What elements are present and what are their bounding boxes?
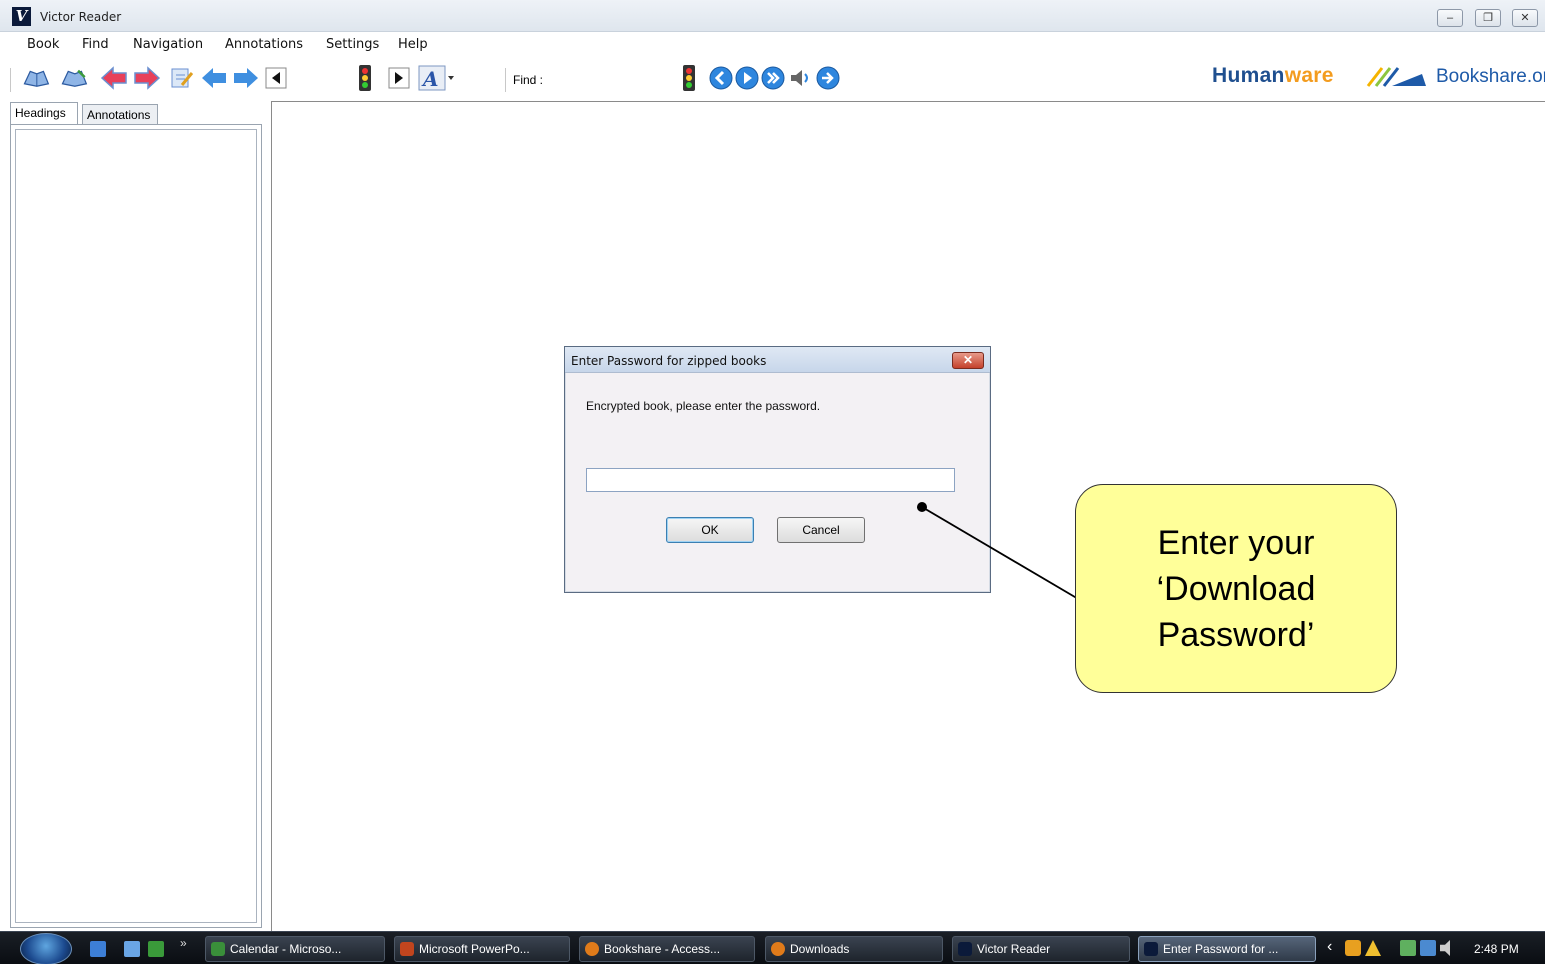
volume-tray-icon[interactable] bbox=[1440, 940, 1450, 956]
ok-button[interactable]: OK bbox=[666, 517, 754, 543]
font-icon[interactable]: A bbox=[418, 64, 460, 92]
firefox-icon bbox=[771, 942, 785, 956]
task-label: Microsoft PowerPo... bbox=[419, 942, 530, 956]
calendar-icon bbox=[211, 942, 225, 956]
window-title: Victor Reader bbox=[40, 10, 122, 24]
calendar-quick-icon[interactable] bbox=[148, 941, 164, 957]
firefox-icon bbox=[585, 942, 599, 956]
humanware-logo[interactable]: Humanware bbox=[1212, 64, 1334, 88]
menu-find[interactable]: Find bbox=[82, 37, 109, 52]
victor-reader-icon bbox=[1144, 942, 1158, 956]
task-victor-reader[interactable]: Victor Reader bbox=[952, 936, 1130, 962]
tray-app-icon[interactable] bbox=[1345, 940, 1361, 956]
password-dialog: Enter Password for zipped books ✕ Encryp… bbox=[564, 346, 991, 593]
menu-navigation[interactable]: Navigation bbox=[133, 37, 203, 52]
rewind-icon[interactable] bbox=[262, 64, 290, 92]
network-icon[interactable] bbox=[1420, 940, 1436, 956]
open-book-icon[interactable] bbox=[22, 64, 50, 92]
prev-icon[interactable] bbox=[200, 64, 228, 92]
task-label: Bookshare - Access... bbox=[604, 942, 721, 956]
bookshare-logo[interactable]: Bookshare.org bbox=[1436, 66, 1545, 88]
edit-book-icon[interactable] bbox=[60, 64, 88, 92]
task-downloads[interactable]: Downloads bbox=[765, 936, 943, 962]
tray-expand-icon[interactable]: ‹ bbox=[1327, 938, 1332, 956]
humanware-logo-part1: Human bbox=[1212, 64, 1285, 87]
start-button[interactable] bbox=[20, 933, 72, 964]
dialog-message: Encrypted book, please enter the passwor… bbox=[586, 399, 821, 413]
bookmark-icon[interactable] bbox=[167, 64, 195, 92]
task-bookshare[interactable]: Bookshare - Access... bbox=[579, 936, 755, 962]
close-button[interactable]: ✕ bbox=[1512, 9, 1538, 27]
next-icon[interactable] bbox=[232, 64, 260, 92]
menu-bar: Book Find Navigation Annotations Setting… bbox=[0, 32, 1545, 58]
toolbar-grip bbox=[10, 68, 11, 92]
bookshare-logo-icon bbox=[1366, 67, 1426, 87]
taskbar: » Calendar - Microso... Microsoft PowerP… bbox=[0, 931, 1545, 964]
password-field[interactable] bbox=[586, 468, 955, 492]
title-bar: V Victor Reader – ❐ ✕ bbox=[0, 0, 1545, 32]
tab-headings[interactable]: Headings bbox=[10, 102, 78, 124]
task-label: Enter Password for ... bbox=[1163, 942, 1279, 956]
prev-circle-icon[interactable] bbox=[707, 64, 735, 92]
skip-circle-icon[interactable] bbox=[814, 64, 842, 92]
play-icon[interactable] bbox=[385, 64, 413, 92]
traffic-light-icon bbox=[351, 64, 379, 92]
show-desktop-icon[interactable] bbox=[90, 941, 106, 957]
cancel-button[interactable]: Cancel bbox=[777, 517, 865, 543]
callout-text: Enter your ‘Download Password’ bbox=[1156, 523, 1316, 654]
dialog-title-bar: Enter Password for zipped books ✕ bbox=[565, 347, 990, 373]
humanware-logo-part2: ware bbox=[1284, 64, 1334, 87]
victor-reader-logo-icon: V bbox=[12, 7, 31, 26]
menu-annotations[interactable]: Annotations bbox=[225, 37, 303, 52]
find-input[interactable] bbox=[552, 69, 672, 91]
minimize-button[interactable]: – bbox=[1437, 9, 1463, 27]
task-label: Calendar - Microso... bbox=[230, 942, 342, 956]
next-circle-icon[interactable] bbox=[759, 64, 787, 92]
traffic-light-icon bbox=[675, 64, 703, 92]
play-circle-icon[interactable] bbox=[733, 64, 761, 92]
find-label: Find : bbox=[513, 73, 544, 87]
menu-book[interactable]: Book bbox=[27, 37, 59, 52]
volume-icon[interactable] bbox=[786, 64, 814, 92]
switch-windows-icon[interactable] bbox=[124, 941, 140, 957]
back-arrow-icon[interactable] bbox=[100, 64, 128, 92]
toolbar-separator bbox=[505, 68, 506, 92]
task-calendar[interactable]: Calendar - Microso... bbox=[205, 936, 385, 962]
clock[interactable]: 2:48 PM bbox=[1474, 942, 1519, 956]
tray-sync-icon[interactable] bbox=[1400, 940, 1416, 956]
dialog-close-button[interactable]: ✕ bbox=[952, 352, 984, 369]
task-enter-password[interactable]: Enter Password for ... bbox=[1138, 936, 1316, 962]
task-label: Victor Reader bbox=[977, 942, 1051, 956]
task-label: Downloads bbox=[790, 942, 850, 956]
callout-box: Enter your ‘Download Password’ bbox=[1075, 484, 1397, 693]
tray-warning-icon[interactable] bbox=[1365, 940, 1381, 956]
task-powerpoint[interactable]: Microsoft PowerPo... bbox=[394, 936, 570, 962]
powerpoint-icon bbox=[400, 942, 414, 956]
quicklaunch-chevron-icon[interactable]: » bbox=[180, 936, 187, 950]
headings-list[interactable] bbox=[15, 129, 257, 923]
sidebar-panel bbox=[10, 124, 262, 928]
victor-reader-icon bbox=[958, 942, 972, 956]
menu-help[interactable]: Help bbox=[398, 37, 428, 52]
tab-annotations[interactable]: Annotations bbox=[82, 104, 158, 124]
restore-button[interactable]: ❐ bbox=[1475, 9, 1501, 27]
font-button-letter: A bbox=[421, 67, 439, 91]
menu-settings[interactable]: Settings bbox=[326, 37, 379, 52]
dialog-title: Enter Password for zipped books bbox=[571, 354, 767, 368]
forward-arrow-icon[interactable] bbox=[133, 64, 161, 92]
